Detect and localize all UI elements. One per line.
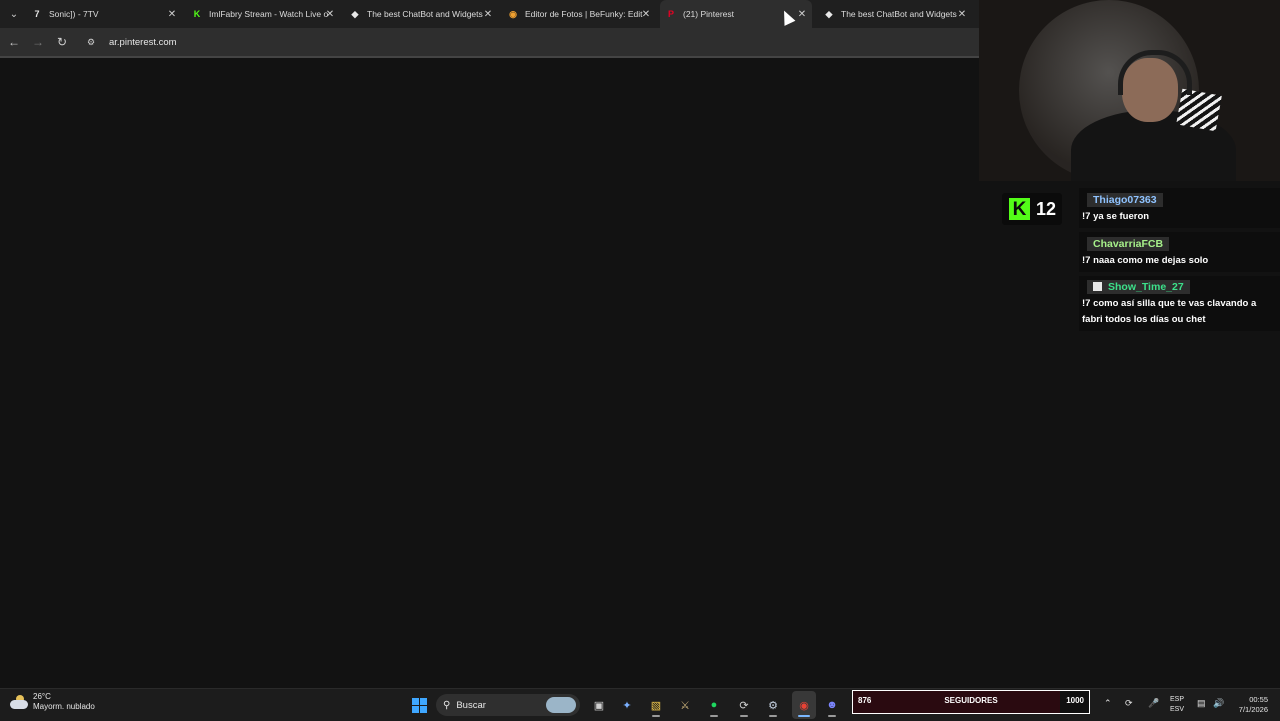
sync-icon[interactable]: ⟳ xyxy=(1125,698,1133,709)
chat-overlay: Thiago07363 !7 ya se fueron ChavarriaFCB… xyxy=(1079,188,1280,335)
chat-username: ChavarriaFCB xyxy=(1087,237,1170,251)
pinterest-icon: P xyxy=(667,9,674,19)
tab-strip: ⌄ 7 Sonic]) - 7TV ✕ K ImlFabry Stream - … xyxy=(0,0,979,28)
tab-streamelements-2[interactable]: ◆ The best ChatBot and Widgets ✕ xyxy=(824,0,968,28)
chat-message: Thiago07363 !7 ya se fueron xyxy=(1079,188,1280,228)
befunky-icon: ◉ xyxy=(509,8,517,19)
url-text: ar.pinterest.com xyxy=(109,36,177,48)
webcam-jacket-stripes xyxy=(1176,88,1222,132)
tab-close-icon[interactable]: ✕ xyxy=(482,9,494,20)
goal-label: SEGUIDORES xyxy=(944,696,998,705)
partly-cloudy-icon xyxy=(10,695,28,709)
tab-close-icon[interactable]: ✕ xyxy=(166,9,178,20)
chat-text: !7 ya se fueron xyxy=(1082,211,1150,222)
taskbar-search[interactable]: ⚲ Buscar xyxy=(436,694,580,716)
webcam-feed xyxy=(979,0,1280,181)
search-icon: ⚲ xyxy=(443,699,451,711)
weather-text: 26°C Mayorm. nublado xyxy=(33,692,95,712)
search-placeholder: Buscar xyxy=(456,699,486,711)
back-arrow-icon[interactable]: ← xyxy=(6,34,22,50)
forward-arrow-icon[interactable]: → xyxy=(30,34,46,50)
tab-search-chevron-icon[interactable]: ⌄ xyxy=(4,4,24,24)
tab-close-icon[interactable]: ✕ xyxy=(956,9,968,20)
discord-icon[interactable]: ☻ xyxy=(823,696,841,717)
lang-bottom: ESV xyxy=(1170,706,1185,713)
follower-goal-bar: 876 SEGUIDORES 1000 xyxy=(852,690,1090,714)
tab-streamelements[interactable]: ◆ The best ChatBot and Widgets ✕ xyxy=(350,0,494,28)
system-clock[interactable]: 00:55 7/1/2026 xyxy=(1232,695,1268,715)
task-view-icon[interactable]: ▣ xyxy=(590,696,608,714)
chat-username-text: ChavarriaFCB xyxy=(1093,238,1164,250)
address-bar[interactable]: ⚙ ar.pinterest.com xyxy=(82,32,962,52)
kick-logo-icon: K xyxy=(1009,198,1030,220)
chat-message: Show_Time_27 !7 como así silla que te va… xyxy=(1079,276,1280,331)
copilot-icon[interactable]: ✦ xyxy=(618,696,636,714)
language-indicator[interactable]: ESP ESV xyxy=(1170,695,1184,715)
windows-start-icon[interactable] xyxy=(410,696,428,714)
chevron-up-icon[interactable]: ⌃ xyxy=(1104,698,1112,709)
file-explorer-icon[interactable]: ▧ xyxy=(647,696,665,717)
kick-icon: K xyxy=(193,9,201,19)
site-settings-icon[interactable]: ⚙ xyxy=(87,37,101,48)
page-content-area[interactable] xyxy=(0,58,979,688)
tab-7tv[interactable]: 7 Sonic]) - 7TV ✕ xyxy=(32,0,178,28)
browser-window: ⌄ 7 Sonic]) - 7TV ✕ K ImlFabry Stream - … xyxy=(0,0,979,688)
tab-close-icon[interactable]: ✕ xyxy=(640,9,652,20)
weather-desc: Mayorm. nublado xyxy=(33,702,95,711)
browser-toolbar: ← → ↻ ⚙ ar.pinterest.com xyxy=(0,28,979,58)
windows-taskbar: 26°C Mayorm. nublado ⚲ Buscar ▣ ✦ ▧ ⚔ ● … xyxy=(0,688,1280,721)
7tv-icon: 7 xyxy=(34,9,40,19)
chat-username-text: Show_Time_27 xyxy=(1108,280,1184,293)
chat-username: Thiago07363 xyxy=(1087,193,1163,207)
search-highlight-icon xyxy=(546,697,576,713)
chat-badge-icon xyxy=(1093,282,1102,291)
lang-top: ESP xyxy=(1170,696,1185,703)
goal-target: 1000 xyxy=(1066,696,1084,705)
streamelements-icon: ◆ xyxy=(351,8,359,19)
streamelements-icon: ◆ xyxy=(825,8,833,19)
network-icon[interactable]: ▤ xyxy=(1197,698,1206,709)
kick-viewer-badge: K 12 xyxy=(1002,193,1062,225)
chat-message: ChavarriaFCB !7 naaa como me dejas solo xyxy=(1079,232,1280,272)
clock-date: 7/1/2026 xyxy=(1238,705,1268,714)
weather-widget[interactable]: 26°C Mayorm. nublado xyxy=(10,692,95,712)
steam-icon[interactable]: ⚙ xyxy=(764,696,782,717)
volume-icon[interactable]: 🔊 xyxy=(1213,698,1224,709)
chat-text: !7 como así silla que te vas clavando a … xyxy=(1082,298,1257,325)
spotify-icon[interactable]: ● xyxy=(705,696,723,717)
obs-icon[interactable]: ⟳ xyxy=(735,696,753,717)
game-app-icon[interactable]: ⚔ xyxy=(676,696,694,714)
tab-close-icon[interactable]: ✕ xyxy=(796,9,808,20)
tab-befunky[interactable]: ◉ Editor de Fotos | BeFunky: Edit ✕ xyxy=(508,0,652,28)
microphone-icon[interactable]: 🎤 xyxy=(1148,698,1159,709)
chrome-icon[interactable]: ◉ xyxy=(795,696,813,717)
tab-close-icon[interactable]: ✕ xyxy=(324,9,336,20)
clock-time: 00:55 xyxy=(1249,695,1268,704)
weather-temp: 26°C xyxy=(33,692,51,701)
reload-icon[interactable]: ↻ xyxy=(54,34,70,50)
tab-kick-stream[interactable]: K ImlFabry Stream - Watch Live o ✕ xyxy=(192,0,336,28)
chat-username-text: Thiago07363 xyxy=(1093,194,1157,206)
chat-text: !7 naaa como me dejas solo xyxy=(1082,255,1209,266)
viewer-count: 12 xyxy=(1036,198,1057,219)
chat-username: Show_Time_27 xyxy=(1087,279,1190,294)
